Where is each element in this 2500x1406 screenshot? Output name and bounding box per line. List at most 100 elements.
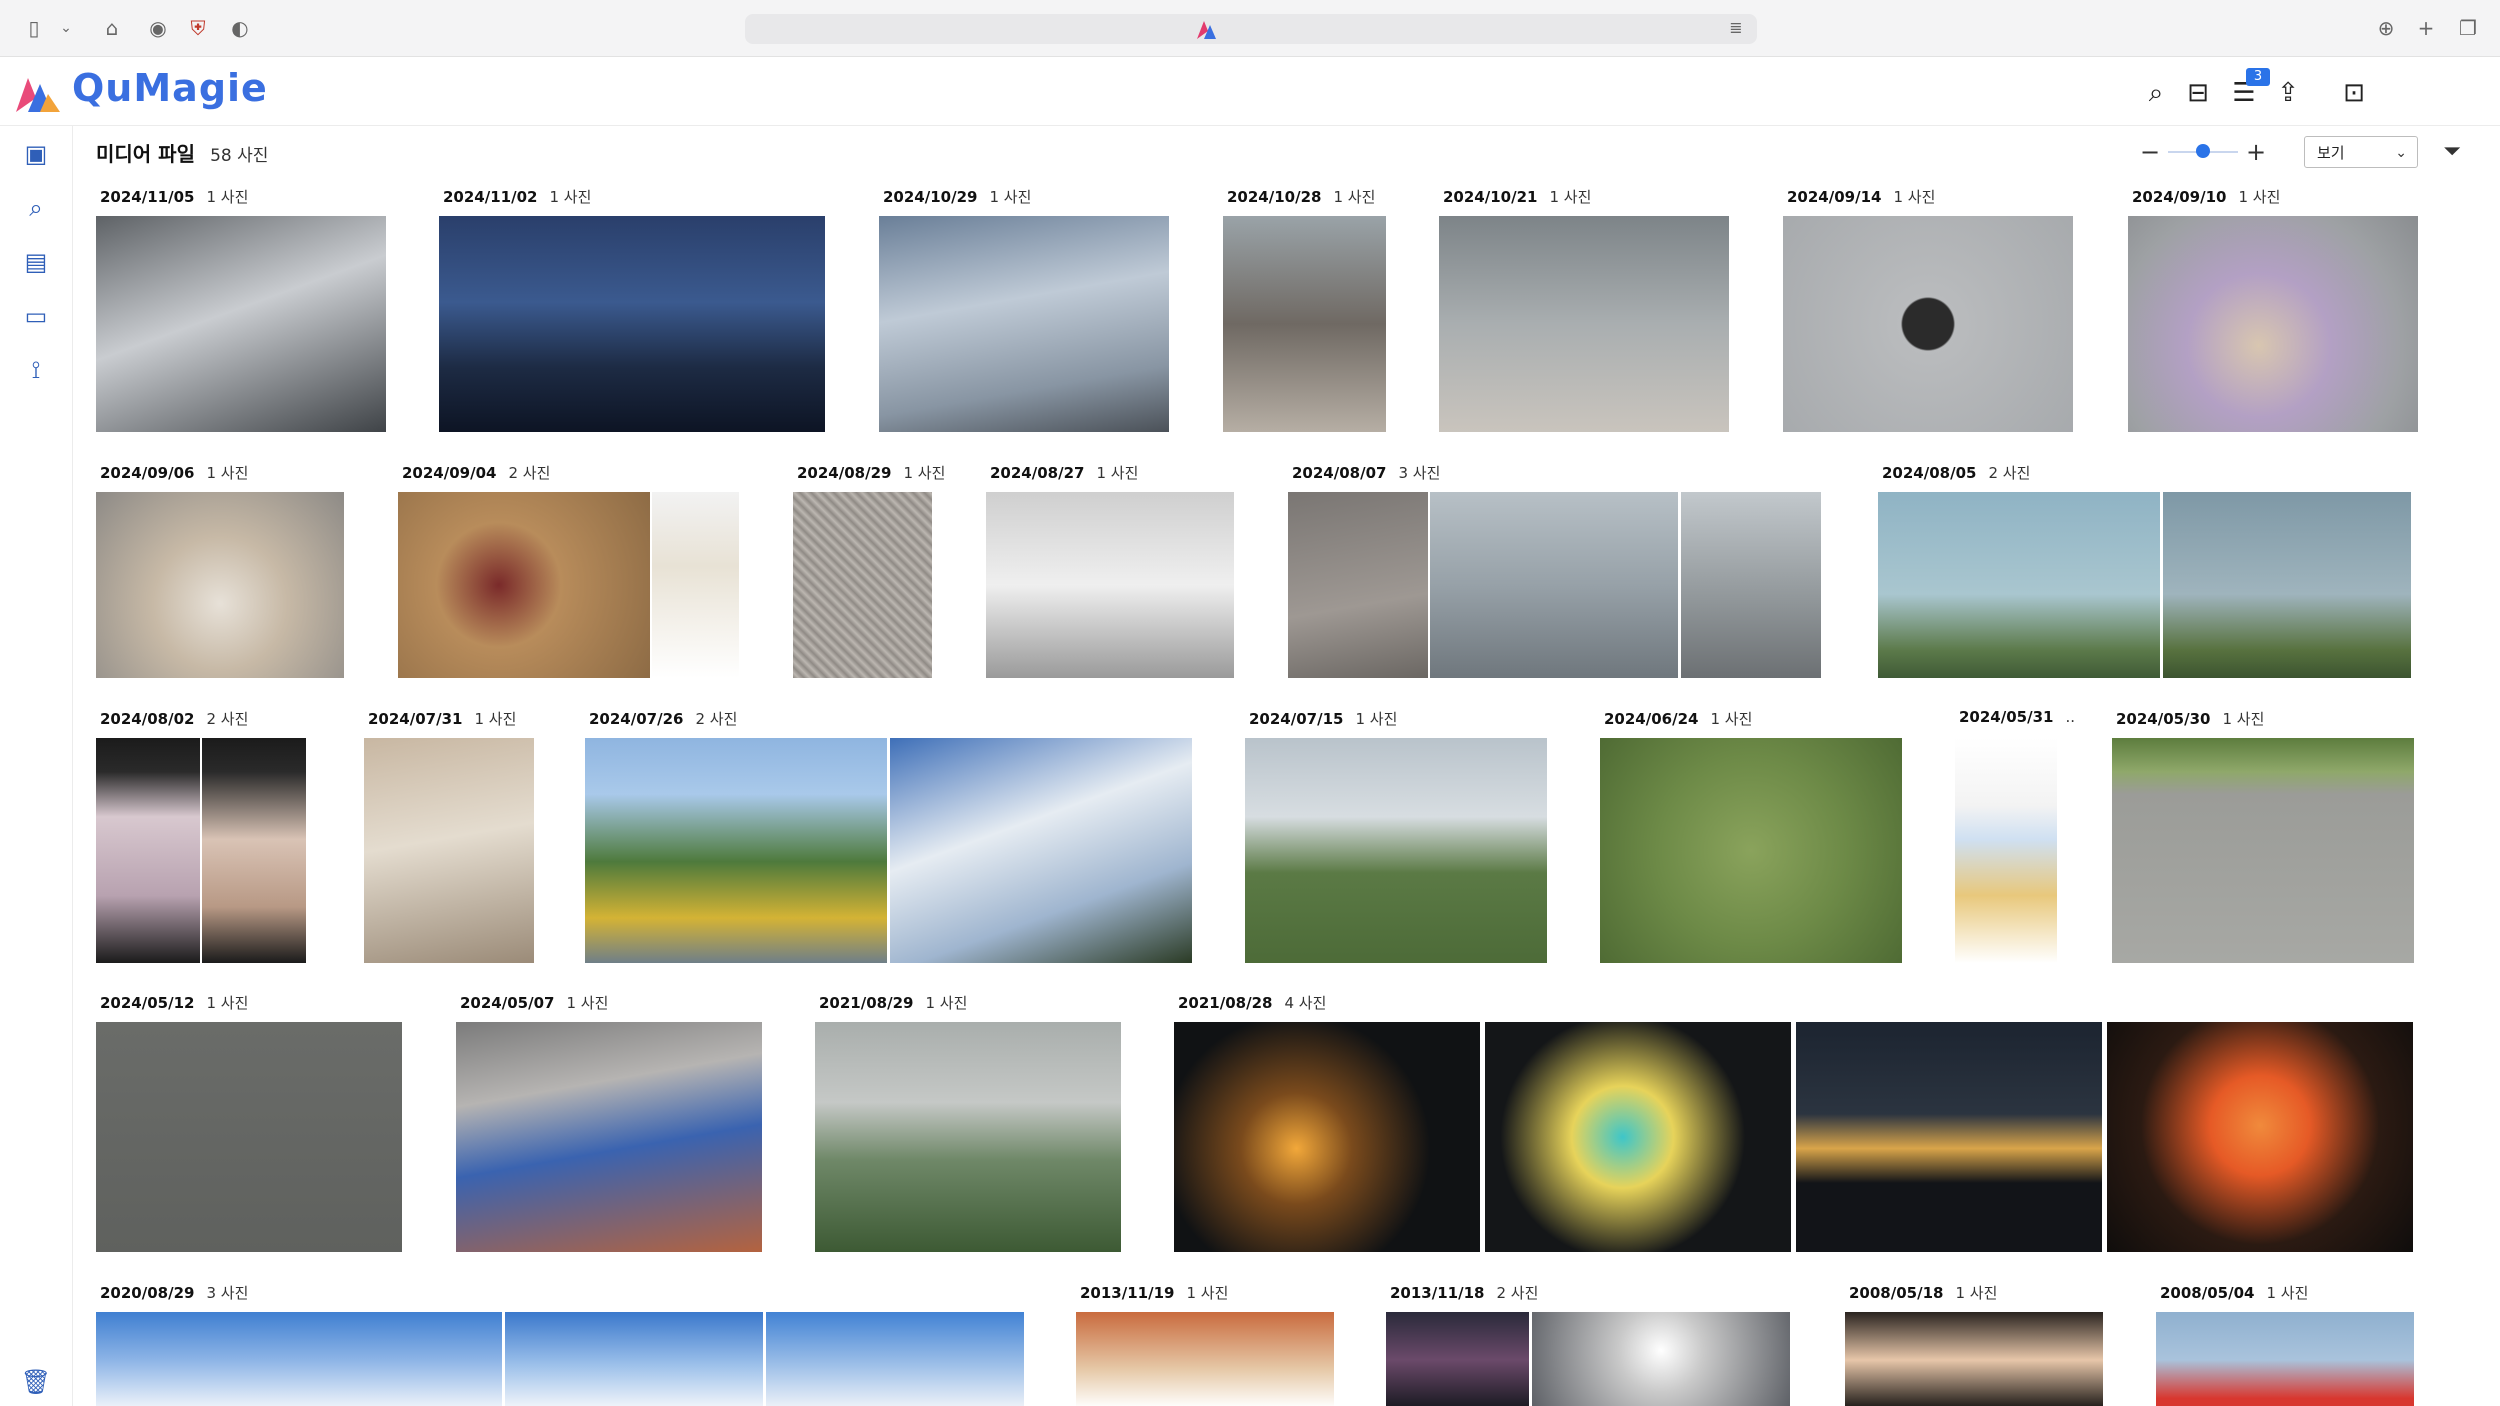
photo-thumbnail[interactable] (1845, 1312, 2103, 1406)
photo-thumbnail[interactable] (505, 1312, 763, 1406)
group-photo-count: 1 사진 (1096, 464, 1139, 482)
photo-thumbnail[interactable] (1223, 216, 1386, 432)
photos-nav-icon[interactable]: ▣ (20, 138, 52, 170)
date-group-header[interactable]: 2024/10/29 1 사진 (883, 186, 1031, 207)
date-group-header[interactable]: 2024/05/12 1 사진 (100, 992, 248, 1013)
download-icon[interactable]: ⊕ (2372, 14, 2400, 42)
photo-thumbnail[interactable] (398, 492, 650, 678)
photo-thumbnail[interactable] (879, 216, 1169, 432)
photo-thumbnail[interactable] (652, 492, 739, 678)
photo-thumbnail[interactable] (2107, 1022, 2413, 1252)
date-group-header[interactable]: 2024/10/21 1 사진 (1443, 186, 1591, 207)
shield-icon[interactable]: ⛨ (184, 14, 212, 42)
photo-thumbnail[interactable] (96, 738, 200, 963)
photo-thumbnail[interactable] (439, 216, 825, 432)
photo-thumbnail[interactable] (202, 738, 306, 963)
date-group-header[interactable]: 2024/05/31.. (1959, 708, 2075, 726)
photo-thumbnail[interactable] (456, 1022, 762, 1252)
date-group-header[interactable]: 2024/06/24 1 사진 (1604, 708, 1752, 729)
photo-thumbnail[interactable] (1430, 492, 1678, 678)
photo-thumbnail[interactable] (1076, 1312, 1334, 1406)
photo-thumbnail[interactable] (815, 1022, 1121, 1252)
filter-icon[interactable]: ⏷ (2438, 138, 2466, 166)
date-group-header[interactable]: 2024/09/06 1 사진 (100, 462, 248, 483)
url-bar[interactable] (745, 14, 1757, 44)
sidebar-toggle-icon[interactable]: ▯ (20, 14, 48, 42)
photo-thumbnail[interactable] (364, 738, 534, 963)
date-group-header[interactable]: 2024/08/05 2 사진 (1882, 462, 2030, 483)
date-group-header[interactable]: 2024/07/26 2 사진 (589, 708, 737, 729)
chevron-down-icon[interactable]: ⌄ (52, 14, 80, 42)
privacy-shield-icon[interactable]: ◐ (226, 14, 254, 42)
photo-thumbnail[interactable] (96, 1022, 402, 1252)
tab-overview-icon[interactable]: ❐ (2454, 14, 2482, 42)
date-group-header[interactable]: 2024/07/31 1 사진 (368, 708, 516, 729)
date-group-header[interactable]: 2008/05/04 1 사진 (2160, 1282, 2308, 1303)
zoom-slider-handle[interactable] (2196, 144, 2210, 158)
photo-thumbnail[interactable] (986, 492, 1234, 678)
photo-thumbnail[interactable] (1783, 216, 2073, 432)
photo-thumbnail[interactable] (585, 738, 887, 963)
record-icon[interactable]: ◉ (144, 14, 172, 42)
photo-thumbnail[interactable] (890, 738, 1192, 963)
group-photo-count: 1 사진 (903, 464, 946, 482)
photo-thumbnail[interactable] (2128, 216, 2418, 432)
date-group-header[interactable]: 2024/08/02 2 사진 (100, 708, 248, 729)
photo-thumbnail[interactable] (766, 1312, 1024, 1406)
trash-icon[interactable]: 🗑 (20, 1366, 52, 1398)
date-group-header[interactable]: 2024/08/27 1 사진 (990, 462, 1138, 483)
photo-thumbnail[interactable] (1532, 1312, 1790, 1406)
folders-nav-icon[interactable]: ▭ (20, 300, 52, 332)
photo-thumbnail[interactable] (1485, 1022, 1791, 1252)
photo-thumbnail[interactable] (1439, 216, 1729, 432)
date-group-header[interactable]: 2024/11/02 1 사진 (443, 186, 591, 207)
date-group-header[interactable]: 2024/10/28 1 사진 (1227, 186, 1375, 207)
home-icon[interactable]: ⌂ (98, 14, 126, 42)
photo-thumbnail[interactable] (793, 492, 932, 678)
photo-thumbnail[interactable] (1600, 738, 1902, 963)
reader-icon[interactable]: ≣ (1722, 14, 1750, 42)
upload-icon[interactable]: ⇪ (2270, 75, 2306, 111)
photo-thumbnail[interactable] (1245, 738, 1547, 963)
date-group-header[interactable]: 2024/05/30 1 사진 (2116, 708, 2264, 729)
date-group-header[interactable]: 2024/05/07 1 사진 (460, 992, 608, 1013)
date-group-header[interactable]: 2024/09/04 2 사진 (402, 462, 550, 483)
date-group-header[interactable]: 2013/11/18 2 사진 (1390, 1282, 1538, 1303)
photo-thumbnail[interactable] (1681, 492, 1821, 678)
date-group-header[interactable]: 2024/09/10 1 사진 (2132, 186, 2280, 207)
group-date: 2024/05/31 (1959, 708, 2054, 726)
photo-thumbnail[interactable] (2156, 1312, 2414, 1406)
photo-thumbnail[interactable] (1955, 738, 2057, 963)
photo-thumbnail[interactable] (2112, 738, 2414, 963)
date-group-header[interactable]: 2024/09/14 1 사진 (1787, 186, 1935, 207)
photo-thumbnail[interactable] (1174, 1022, 1480, 1252)
date-group-header[interactable]: 2024/08/07 3 사진 (1292, 462, 1440, 483)
photo-thumbnail[interactable] (1796, 1022, 2102, 1252)
date-group-header[interactable]: 2008/05/18 1 사진 (1849, 1282, 1997, 1303)
smart-search-nav-icon[interactable]: ⌕ (20, 192, 52, 224)
date-group-header[interactable]: 2024/11/05 1 사진 (100, 186, 248, 207)
user-account-icon[interactable]: ⊡ (2336, 75, 2372, 111)
date-group-header[interactable]: 2013/11/19 1 사진 (1080, 1282, 1228, 1303)
new-tab-icon[interactable]: + (2412, 14, 2440, 42)
date-group-header[interactable]: 2024/07/15 1 사진 (1249, 708, 1397, 729)
image-search-icon[interactable]: ⊟ (2180, 75, 2216, 111)
photo-thumbnail[interactable] (96, 1312, 502, 1406)
photo-thumbnail[interactable] (96, 216, 386, 432)
date-group-header[interactable]: 2020/08/29 3 사진 (100, 1282, 248, 1303)
photo-thumbnail[interactable] (96, 492, 344, 678)
date-group-header[interactable]: 2021/08/28 4 사진 (1178, 992, 1326, 1013)
date-group-header[interactable]: 2024/08/29 1 사진 (797, 462, 945, 483)
photo-thumbnail[interactable] (1386, 1312, 1529, 1406)
albums-nav-icon[interactable]: ▤ (20, 246, 52, 278)
search-icon[interactable]: ⌕ (2138, 75, 2174, 111)
zoom-out-button[interactable]: − (2138, 138, 2162, 166)
photo-thumbnail[interactable] (1878, 492, 2160, 678)
photo-thumbnail[interactable] (1288, 492, 1428, 678)
share-nav-icon[interactable]: ⟟ (20, 354, 52, 386)
photo-thumbnail[interactable] (2163, 492, 2411, 678)
group-date: 2020/08/29 (100, 1284, 195, 1302)
date-group-header[interactable]: 2021/08/29 1 사진 (819, 992, 967, 1013)
view-mode-select[interactable]: 보기 ⌄ (2304, 136, 2418, 168)
zoom-in-button[interactable]: + (2244, 138, 2268, 166)
